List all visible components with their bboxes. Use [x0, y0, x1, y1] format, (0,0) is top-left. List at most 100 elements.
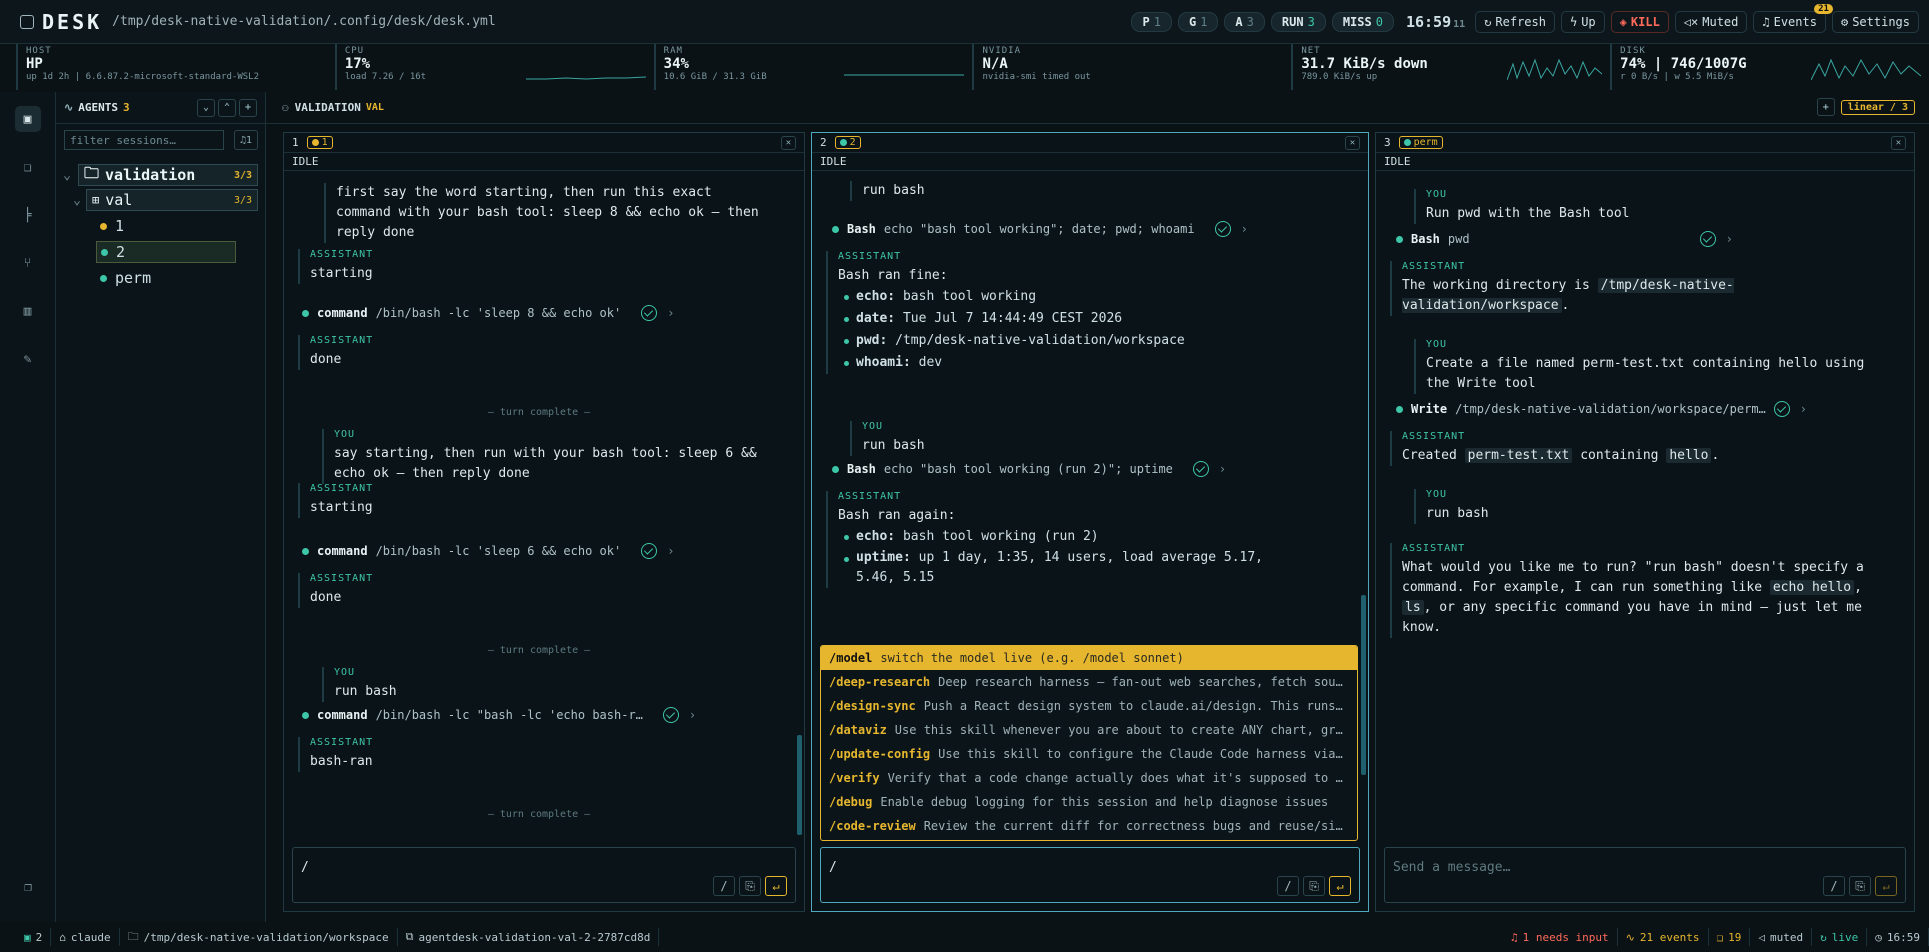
user-message: YOU run bash: [1414, 489, 1874, 524]
menu-item-debug[interactable]: /debug Enable debug logging for this sess…: [821, 790, 1357, 814]
menu-item-design-sync[interactable]: /design-sync Push a React design system t…: [821, 694, 1357, 718]
assistant-message: ASSISTANT What would you like me to run?…: [1390, 543, 1890, 638]
status-events[interactable]: ∿ 21 events: [1618, 928, 1709, 946]
board-icon[interactable]: ▥: [15, 298, 41, 324]
tool-call[interactable]: command/bin/bash -lc 'sleep 6 && echo ok…: [302, 543, 674, 559]
tree-item-perm[interactable]: perm: [100, 267, 240, 289]
slash-command-button[interactable]: /: [713, 876, 735, 896]
slash-command-button[interactable]: /: [1823, 876, 1845, 896]
tree-item-2[interactable]: 2: [96, 241, 236, 263]
pill-a[interactable]: A3: [1224, 11, 1265, 32]
add-session-button[interactable]: +: [239, 98, 257, 117]
tree-group-validation[interactable]: ⌄ 🗀 validation 3/3: [56, 164, 258, 186]
scrollbar[interactable]: [797, 175, 802, 837]
edit-note-icon[interactable]: ✎: [15, 346, 41, 372]
attach-icon[interactable]: ⎘: [1849, 876, 1871, 896]
tool-call[interactable]: command/bin/bash -lc "bash -lc 'echo bas…: [302, 707, 696, 723]
up-button[interactable]: ϟ Up: [1560, 10, 1605, 33]
status-dot: [302, 309, 309, 317]
chat-icon[interactable]: ❏: [15, 154, 41, 180]
status-live[interactable]: ↻ live: [1812, 928, 1868, 946]
user-message: first say the word starting, then run th…: [324, 183, 764, 243]
status-messages[interactable]: ❏ 19: [1709, 928, 1751, 946]
check-icon: [641, 305, 658, 321]
config-path: /tmp/desk-native-validation/.config/desk…: [112, 14, 496, 29]
send-button[interactable]: ↵: [765, 876, 787, 896]
muted-button[interactable]: ◁× Muted: [1674, 10, 1748, 33]
menu-item-update-config[interactable]: /update-config Use this skill to configur…: [821, 742, 1357, 766]
filter-input[interactable]: filter sessions…: [64, 130, 224, 150]
main-header: ⚇ VALIDATION VAL + linear / 3: [266, 92, 1929, 124]
list-item: uptime: up 1 day, 1:35, 14 users, load a…: [842, 548, 1286, 588]
filter-count-badge[interactable]: ♫ 1: [234, 130, 258, 150]
stat-net: NET 31.7 KiB/s down 789.0 KiB/s up: [1291, 44, 1610, 90]
status-sessions[interactable]: ▣ 2: [16, 928, 52, 946]
scrollbar[interactable]: [1361, 175, 1366, 837]
chevron-right-icon: ›: [1799, 402, 1808, 416]
disk-sparkline: [1810, 58, 1921, 81]
events-button[interactable]: ♫ Events 21: [1753, 3, 1833, 33]
git-branch-icon[interactable]: ⑂: [15, 250, 41, 276]
tool-call[interactable]: Bash echo "bash tool working"; date; pwd;…: [832, 221, 1248, 237]
menu-item-verify[interactable]: /verify Verify that a code change actuall…: [821, 766, 1357, 790]
message-input[interactable]: / / ⎘ ↵: [292, 847, 796, 903]
status-needs-input[interactable]: ♫ 1 needs input: [1503, 928, 1618, 946]
tool-call[interactable]: command/bin/bash -lc 'sleep 8 && echo ok…: [302, 305, 674, 321]
folder-icon: 🗀: [127, 929, 139, 943]
tree-icon[interactable]: ╞: [15, 202, 41, 228]
menu-item-dataviz[interactable]: /dataviz Use this skill whenever you are …: [821, 718, 1357, 742]
pane-1: 1 1 ✕ IDLE first say the word starting, …: [283, 132, 805, 912]
slash-command-button[interactable]: /: [1277, 876, 1299, 896]
attach-icon[interactable]: ⎘: [739, 876, 761, 896]
status-muted[interactable]: ◁ muted: [1750, 928, 1813, 946]
lock-icon: ⌂: [59, 930, 66, 944]
message-input[interactable]: Send a message… / ⎘ ↵: [1384, 847, 1906, 903]
menu-item-deep-research[interactable]: /deep-research Deep research harness — fa…: [821, 670, 1357, 694]
expand-all-button[interactable]: ⌃: [218, 98, 236, 117]
tree-group-val[interactable]: ⌄ ⊞ val 3/3: [68, 189, 258, 211]
status-time: ◷ 16:59: [1867, 928, 1929, 946]
menu-item-code-review[interactable]: /code-review Review the current diff for …: [821, 814, 1357, 838]
pane-tab[interactable]: 2: [834, 136, 861, 149]
refresh-button[interactable]: ↻ Refresh: [1475, 10, 1555, 33]
attach-icon[interactable]: ⎘: [1303, 876, 1325, 896]
status-dot: [832, 465, 839, 473]
terminal-icon[interactable]: ▣: [14, 106, 41, 132]
status-cwd: 🗀/tmp/desk-native-validation/workspace: [120, 928, 398, 946]
tool-call[interactable]: Bash echo "bash tool working (run 2)"; up…: [832, 461, 1226, 477]
send-button[interactable]: ↵: [1875, 876, 1897, 896]
add-pane-button[interactable]: +: [1816, 98, 1835, 116]
collapse-all-button[interactable]: ⌄: [197, 98, 215, 117]
message-input[interactable]: / / ⎘ ↵: [820, 847, 1360, 903]
pane-tab[interactable]: perm: [1398, 136, 1443, 149]
agents-group-icon: ⚇: [282, 101, 289, 114]
settings-button[interactable]: ⚙ Settings: [1831, 10, 1919, 33]
chevron-right-icon: ›: [667, 544, 675, 558]
pill-run[interactable]: RUN 3: [1270, 11, 1326, 32]
cpu-sparkline: [525, 76, 646, 80]
assistant-message: ASSISTANT done: [298, 573, 758, 608]
status-dot: [302, 547, 309, 555]
tool-call[interactable]: Bash pwd ›: [1396, 231, 1733, 247]
chevron-right-icon: ›: [1218, 462, 1227, 476]
close-icon[interactable]: ✕: [781, 135, 796, 150]
user-message: YOU run bash: [850, 421, 1310, 456]
chevron-down-icon: ⌄: [63, 167, 71, 183]
tool-call[interactable]: Write/tmp/desk-native-validation/workspa…: [1396, 401, 1807, 417]
send-button[interactable]: ↵: [1329, 876, 1351, 896]
pill-p[interactable]: P1: [1131, 11, 1172, 32]
layout-selector[interactable]: linear / 3: [1840, 99, 1915, 115]
close-icon[interactable]: ✕: [1345, 135, 1360, 150]
check-icon: [1773, 401, 1790, 417]
pane-header: 3 perm ✕: [1376, 133, 1914, 153]
kill-button[interactable]: ◈ KILL: [1610, 10, 1669, 33]
tree-item-1[interactable]: 1: [100, 215, 240, 237]
pill-miss[interactable]: MISS 0: [1331, 11, 1394, 32]
pane-tab[interactable]: 1: [306, 136, 333, 149]
pill-g[interactable]: G1: [1177, 11, 1219, 32]
book-icon[interactable]: ❐: [15, 874, 41, 900]
user-message: YOU Create a file named perm-test.txt con…: [1414, 339, 1874, 394]
chevron-right-icon: ›: [1725, 232, 1733, 246]
menu-item-model[interactable]: /model switch the model live (e.g. /model…: [821, 646, 1357, 670]
close-icon[interactable]: ✕: [1891, 135, 1906, 150]
